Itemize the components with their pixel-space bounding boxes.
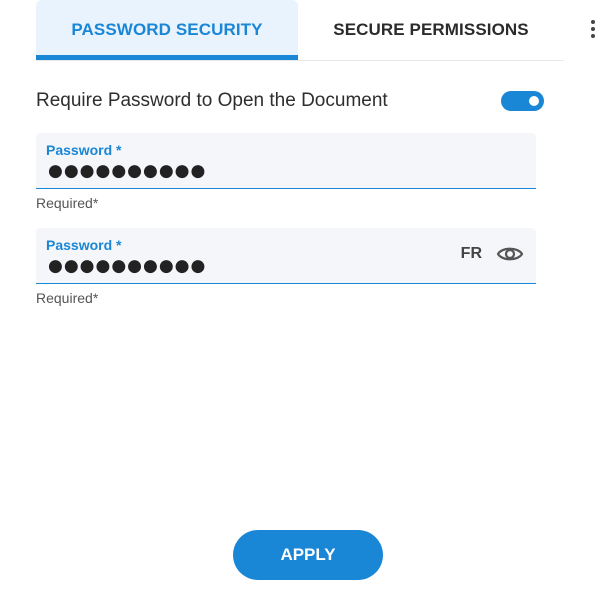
- more-vertical-icon[interactable]: [586, 20, 600, 42]
- keyboard-language-badge: FR: [460, 245, 482, 262]
- confirm-password-helper-text: Required*: [36, 290, 99, 306]
- password-field[interactable]: Password * ●●●●●●●●●●: [36, 133, 536, 189]
- tab-secure-permissions[interactable]: SECURE PERMISSIONS: [298, 0, 564, 60]
- tab-password-security[interactable]: PASSWORD SECURITY: [36, 0, 298, 60]
- confirm-password-field[interactable]: Password * ●●●●●●●●●● FR: [36, 228, 536, 284]
- apply-button[interactable]: APPLY: [233, 530, 383, 580]
- require-password-label: Require Password to Open the Document: [36, 90, 388, 111]
- tab-bar: PASSWORD SECURITY SECURE PERMISSIONS: [36, 0, 564, 61]
- password-security-panel: PASSWORD SECURITY SECURE PERMISSIONS Req…: [0, 0, 608, 608]
- password-field-value[interactable]: ●●●●●●●●●●: [48, 161, 206, 181]
- require-password-row: Require Password to Open the Document: [36, 86, 544, 116]
- field-suffix: FR: [461, 244, 524, 264]
- confirm-password-field-label: Password *: [46, 237, 122, 253]
- password-helper-text: Required*: [36, 195, 99, 211]
- password-field-label: Password *: [46, 142, 122, 158]
- eye-icon[interactable]: [496, 244, 524, 264]
- require-password-toggle[interactable]: [501, 91, 544, 111]
- confirm-password-field-value[interactable]: ●●●●●●●●●●: [48, 256, 206, 276]
- toggle-knob: [529, 96, 539, 106]
